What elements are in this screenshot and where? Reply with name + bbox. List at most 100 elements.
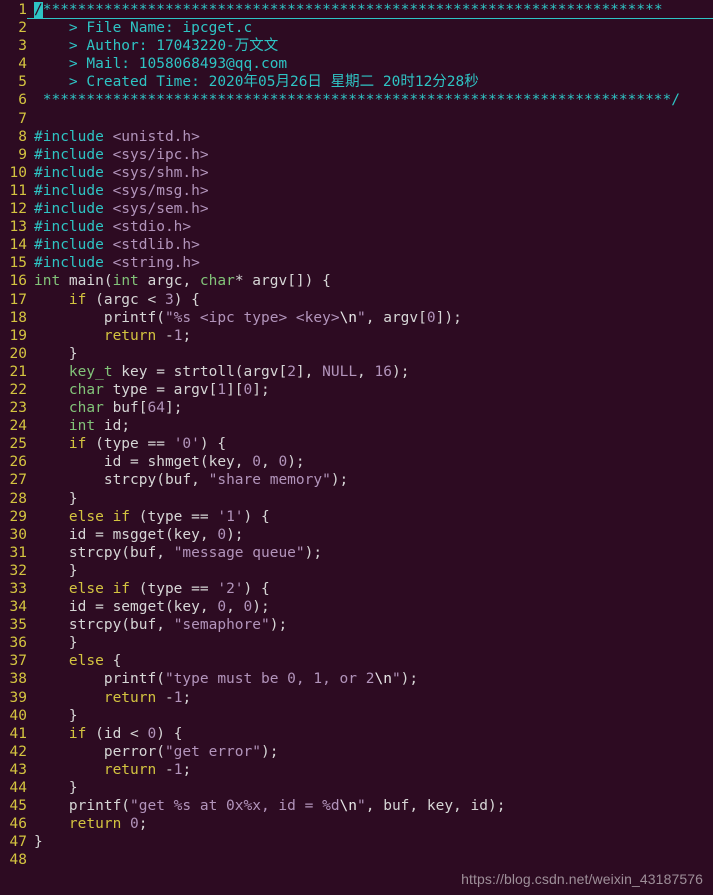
code-line[interactable]: 48 — [0, 851, 713, 869]
code-line[interactable]: 41 if (id < 0) { — [0, 725, 713, 743]
code-line[interactable]: 39 return -1; — [0, 689, 713, 707]
code-line[interactable]: 46 return 0; — [0, 815, 713, 833]
code-line[interactable]: 22 char type = argv[1][0]; — [0, 381, 713, 399]
code-line[interactable]: 28 } — [0, 490, 713, 508]
code-line[interactable]: 2 > File Name: ipcget.c — [0, 19, 713, 37]
code-token: ) { — [173, 291, 200, 308]
code-line[interactable]: 21 key_t key = strtoll(argv[2], NULL, 16… — [0, 363, 713, 381]
code-line[interactable]: 10 #include <sys/shm.h> — [0, 164, 713, 182]
code-line[interactable]: 15 #include <string.h> — [0, 254, 713, 272]
line-number: 35 — [9, 617, 27, 634]
code-token: argc, — [138, 273, 200, 290]
line-content: #include <unistd.h> — [27, 128, 713, 146]
line-content: #include <sys/msg.h> — [27, 182, 713, 200]
code-token: } — [34, 780, 78, 797]
code-line[interactable]: 24 int id; — [0, 417, 713, 435]
code-line[interactable]: 25 if (type == '0') { — [0, 435, 713, 453]
line-content: strcpy(buf, "message queue"); — [27, 544, 713, 562]
code-token: return — [103, 761, 157, 778]
code-line[interactable]: 1/**************************************… — [0, 1, 713, 19]
code-token: #include — [34, 255, 113, 272]
code-line[interactable]: 34 id = semget(key, 0, 0); — [0, 598, 713, 616]
line-number: 27 — [9, 472, 27, 489]
line-content: > Mail: 1058068493@qq.com — [27, 55, 713, 73]
line-content: else { — [27, 652, 713, 670]
code-editor[interactable]: 1/**************************************… — [0, 0, 713, 895]
line-number: 15 — [9, 255, 27, 272]
code-token: } — [34, 635, 78, 652]
code-line[interactable]: 17 if (argc < 3) { — [0, 291, 713, 309]
code-token: id = msgget(key, — [34, 526, 218, 543]
code-line[interactable]: 44 } — [0, 779, 713, 797]
code-token: #include — [34, 146, 113, 163]
code-line[interactable]: 45 printf("get %s at 0x%x, id = %d\n", b… — [0, 797, 713, 815]
code-line[interactable]: 33 else if (type == '2') { — [0, 580, 713, 598]
code-line[interactable]: 16 int main(int argc, char* argv[]) { — [0, 272, 713, 290]
code-line[interactable]: 19 return -1; — [0, 327, 713, 345]
code-token: strcpy(buf, — [34, 472, 209, 489]
line-content: return 0; — [27, 815, 713, 833]
code-token: 3 — [164, 291, 174, 308]
line-number: 1 — [18, 2, 27, 18]
code-line[interactable]: 29 else if (type == '1') { — [0, 508, 713, 526]
code-token: else if — [68, 508, 131, 525]
code-line[interactable]: 47} — [0, 833, 713, 851]
code-token: ); — [269, 617, 288, 634]
line-number: 7 — [18, 110, 27, 127]
code-line[interactable]: 5 > Created Time: 2020年05月26日 星期二 20时12分… — [0, 73, 713, 91]
code-line[interactable]: 36 } — [0, 634, 713, 652]
line-content: int id; — [27, 417, 713, 435]
code-line[interactable]: 43 return -1; — [0, 761, 713, 779]
line-content: > Author: 17043220-万文文 — [27, 37, 713, 55]
code-token: ; — [182, 689, 192, 706]
code-line[interactable]: 9 #include <sys/ipc.h> — [0, 146, 713, 164]
code-line[interactable]: 3 > Author: 17043220-万文文 — [0, 37, 713, 55]
code-token: "%s <ipc type> <key> — [164, 309, 340, 326]
code-line[interactable]: 23 char buf[64]; — [0, 399, 713, 417]
code-token: } — [34, 562, 78, 579]
code-token: #include — [34, 237, 113, 254]
code-line[interactable]: 18 printf("%s <ipc type> <key>\n", argv[… — [0, 309, 713, 327]
line-number: 3 — [18, 38, 27, 55]
code-line[interactable]: 14 #include <stdlib.h> — [0, 236, 713, 254]
code-line[interactable]: 37 else { — [0, 652, 713, 670]
code-line[interactable]: 38 printf("type must be 0, 1, or 2\n"); — [0, 670, 713, 688]
line-content: else if (type == '1') { — [27, 508, 713, 526]
line-content: } — [27, 490, 713, 508]
code-token: "share memory" — [208, 472, 331, 489]
code-line[interactable]: 35 strcpy(buf, "semaphore"); — [0, 616, 713, 634]
code-line[interactable]: 20 } — [0, 345, 713, 363]
line-number: 33 — [9, 581, 27, 597]
line-content: > File Name: ipcget.c — [27, 19, 713, 37]
code-line[interactable]: 30 id = msgget(key, 0); — [0, 526, 713, 544]
code-line[interactable]: 42 perror("get error"); — [0, 743, 713, 761]
code-line[interactable]: 12 #include <sys/sem.h> — [0, 200, 713, 218]
code-line[interactable]: 6 **************************************… — [0, 91, 713, 109]
line-number: 13 — [9, 219, 27, 236]
code-line[interactable]: 7 — [0, 110, 713, 128]
line-content: #include <sys/shm.h> — [27, 164, 713, 182]
code-line[interactable]: 27 strcpy(buf, "share memory"); — [0, 471, 713, 489]
code-line[interactable]: 31 strcpy(buf, "message queue"); — [0, 544, 713, 562]
code-line[interactable]: 26 id = shmget(key, 0, 0); — [0, 453, 713, 471]
code-line[interactable]: 32 } — [0, 562, 713, 580]
code-line[interactable]: 8 #include <unistd.h> — [0, 128, 713, 146]
code-line[interactable]: 4 > Mail: 1058068493@qq.com — [0, 55, 713, 73]
code-token: else if — [68, 581, 131, 597]
code-token: ); — [400, 671, 419, 688]
code-token: { — [103, 653, 122, 670]
code-line[interactable]: 40 } — [0, 707, 713, 725]
line-content: else if (type == '2') { — [27, 580, 713, 598]
code-token: ); — [226, 526, 244, 543]
code-line[interactable]: 13 #include <stdio.h> — [0, 218, 713, 236]
code-line[interactable]: 11 #include <sys/msg.h> — [0, 182, 713, 200]
code-token: ****************************************… — [34, 92, 681, 109]
source-code-listing[interactable]: 1/**************************************… — [0, 1, 713, 870]
code-token: ) { — [199, 436, 227, 453]
code-token: 0 — [130, 816, 139, 833]
line-number: 10 — [9, 164, 27, 181]
